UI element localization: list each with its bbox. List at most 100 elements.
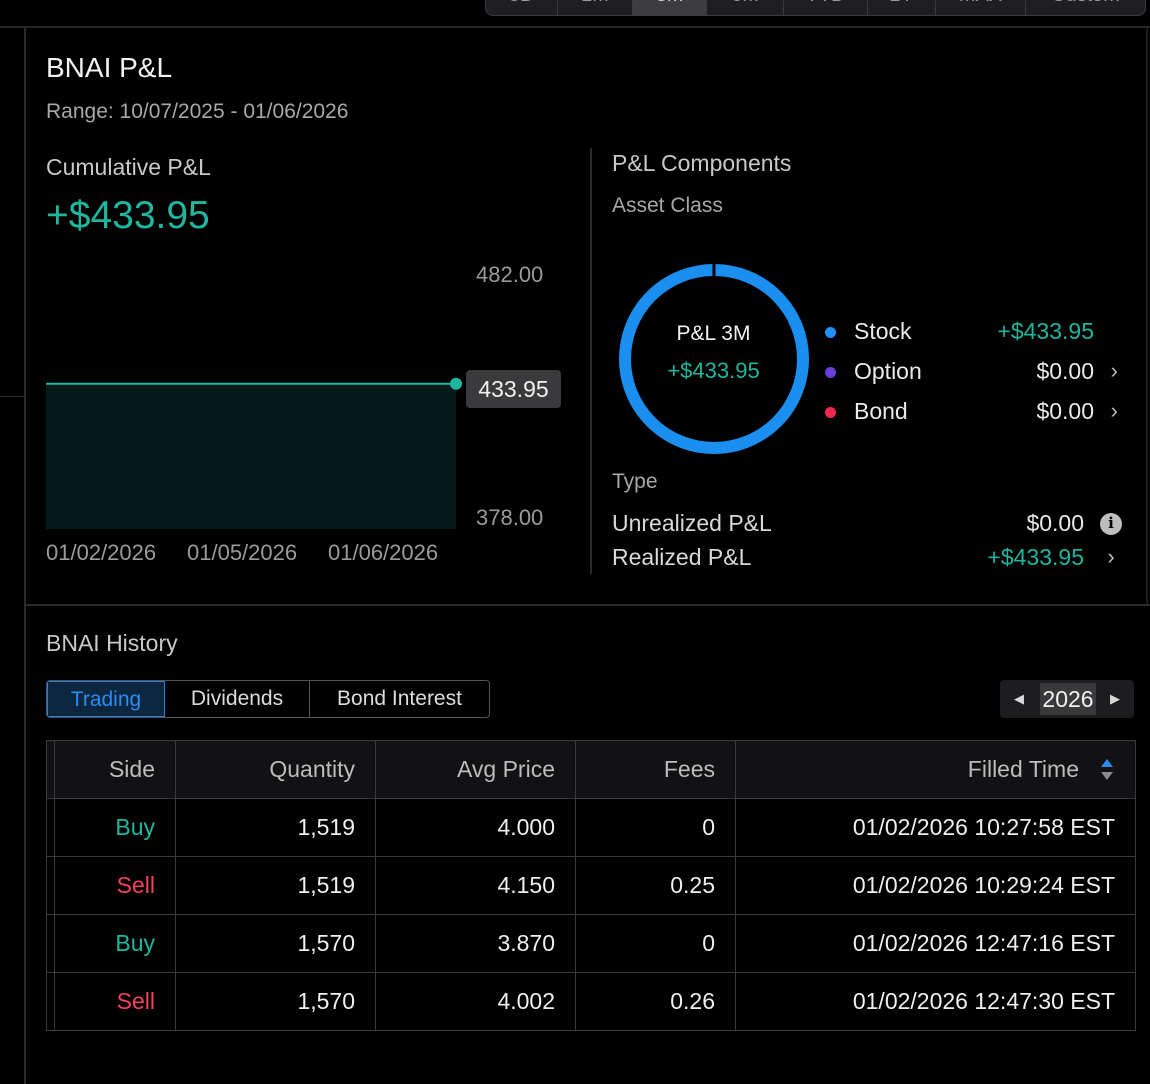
donut-label: P&L 3M <box>676 322 751 345</box>
side-cell: Buy <box>54 798 176 857</box>
table-row[interactable]: Sell 1,570 4.002 0.26 01/02/2026 12:47:3… <box>46 972 1136 1031</box>
x-tick-label: 01/05/2026 <box>187 540 298 565</box>
type-name: Realized P&L <box>612 544 752 570</box>
quantity-cell: 1,519 <box>175 856 376 915</box>
legend-value: +$433.95 <box>997 318 1094 344</box>
row-gutter <box>46 914 55 973</box>
legend-value: $0.00 <box>1036 398 1094 424</box>
type-value: +$433.95 <box>987 544 1084 570</box>
y-tick-min: 378.00 <box>476 505 544 530</box>
fees-cell: 0 <box>575 914 736 973</box>
range-tab-5d[interactable]: 5D <box>485 0 558 16</box>
y-tick-max: 482.00 <box>476 262 544 287</box>
range-tab-max[interactable]: MAX <box>936 0 1026 16</box>
side-cell: Buy <box>54 914 176 973</box>
cumulative-pl-chart[interactable] <box>46 258 466 530</box>
filled-time-cell: 01/02/2026 12:47:30 EST <box>735 972 1136 1031</box>
avg-price-cell: 4.150 <box>375 856 576 915</box>
column-header-fees[interactable]: Fees <box>575 740 736 799</box>
fees-cell: 0.25 <box>575 856 736 915</box>
year-value[interactable]: 2026 <box>1040 683 1096 715</box>
page-title: BNAI P&L <box>46 52 173 83</box>
range-tab-custom[interactable]: Custom <box>1026 0 1146 16</box>
option-dot-icon <box>825 367 836 378</box>
chevron-right-icon[interactable]: › <box>1100 544 1122 569</box>
history-table: Side Quantity Avg Price Fees Filled Time… <box>46 740 1136 1031</box>
info-icon[interactable]: i <box>1100 513 1122 535</box>
chevron-right-icon[interactable]: › <box>1111 398 1118 424</box>
quantity-cell: 1,570 <box>175 972 376 1031</box>
column-header-filled-time[interactable]: Filled Time <box>735 740 1136 799</box>
legend-name: Bond <box>854 398 908 424</box>
range-tab-6m[interactable]: 6M <box>707 0 784 16</box>
tab-trading[interactable]: Trading <box>47 681 165 717</box>
fees-cell: 0 <box>575 798 736 857</box>
tab-bond-interest[interactable]: Bond Interest <box>310 681 489 717</box>
row-gutter <box>46 856 55 915</box>
bond-dot-icon <box>825 407 836 418</box>
range-tab-1m[interactable]: 1M <box>558 0 633 16</box>
chart-last-point <box>450 377 462 390</box>
cumulative-label: Cumulative P&L <box>46 154 211 180</box>
sort-icon[interactable] <box>1101 758 1115 783</box>
tab-dividends[interactable]: Dividends <box>165 681 310 717</box>
cumulative-value: +$433.95 <box>46 194 210 237</box>
row-gutter <box>46 972 55 1031</box>
filled-time-label: Filled Time <box>967 756 1079 782</box>
legend-item-option[interactable]: Option $0.00 › <box>822 358 1122 388</box>
quantity-cell: 1,570 <box>175 914 376 973</box>
table-row[interactable]: Buy 1,570 3.870 0 01/02/2026 12:47:16 ES… <box>46 914 1136 973</box>
range-tab-1y[interactable]: 1Y <box>868 0 936 16</box>
legend-value: $0.00 <box>1036 358 1094 384</box>
range-tab-3m[interactable]: 3M <box>633 0 707 16</box>
avg-price-cell: 3.870 <box>375 914 576 973</box>
type-label: Type <box>612 470 658 493</box>
donut-value: +$433.95 <box>667 358 760 383</box>
asset-class-label: Asset Class <box>612 194 723 217</box>
legend-item-bond[interactable]: Bond $0.00 › <box>822 398 1122 428</box>
avg-price-cell: 4.002 <box>375 972 576 1031</box>
column-divider <box>590 148 592 574</box>
history-tabs: Trading Dividends Bond Interest <box>46 680 490 718</box>
stock-dot-icon <box>825 327 836 338</box>
table-row[interactable]: Buy 1,519 4.000 0 01/02/2026 10:27:58 ES… <box>46 798 1136 857</box>
top-divider <box>0 26 1150 28</box>
left-sidebar-edge <box>0 28 26 1084</box>
history-title: BNAI History <box>46 630 178 656</box>
legend-name: Option <box>854 358 922 384</box>
year-selector: ◀ 2026 ▶ <box>1000 680 1134 718</box>
x-tick-label: 01/02/2026 <box>46 540 157 565</box>
table-row[interactable]: Sell 1,519 4.150 0.25 01/02/2026 10:29:2… <box>46 856 1136 915</box>
type-name: Unrealized P&L <box>612 510 772 536</box>
row-gutter <box>46 740 55 799</box>
type-value: $0.00 <box>1026 510 1084 536</box>
caret-right-icon[interactable]: ▶ <box>1110 680 1120 718</box>
column-header-quantity[interactable]: Quantity <box>175 740 376 799</box>
column-header-side[interactable]: Side <box>54 740 176 799</box>
realized-pl-row[interactable]: Realized P&L +$433.95 › <box>612 544 1122 574</box>
left-sidebar-divider <box>0 396 24 397</box>
date-range: Range: 10/07/2025 - 01/06/2026 <box>46 100 349 123</box>
filled-time-cell: 01/02/2026 12:47:16 EST <box>735 914 1136 973</box>
donut-gap <box>712 262 716 278</box>
column-header-avg-price[interactable]: Avg Price <box>375 740 576 799</box>
legend-item-stock[interactable]: Stock +$433.95 <box>822 318 1122 348</box>
x-tick-label: 01/06/2026 <box>328 540 439 565</box>
right-divider <box>1146 28 1148 606</box>
avg-price-cell: 4.000 <box>375 798 576 857</box>
side-cell: Sell <box>54 972 176 1031</box>
last-value-badge: 433.95 <box>466 370 561 408</box>
fees-cell: 0.26 <box>575 972 736 1031</box>
caret-left-icon[interactable]: ◀ <box>1014 680 1024 718</box>
filled-time-cell: 01/02/2026 10:27:58 EST <box>735 798 1136 857</box>
filled-time-cell: 01/02/2026 10:29:24 EST <box>735 856 1136 915</box>
chart-area-fill <box>46 383 456 529</box>
quantity-cell: 1,519 <box>175 798 376 857</box>
side-cell: Sell <box>54 856 176 915</box>
table-header-row: Side Quantity Avg Price Fees Filled Time <box>46 740 1136 799</box>
range-tab-ytd[interactable]: YTD <box>784 0 868 16</box>
chevron-right-icon[interactable]: › <box>1111 358 1118 384</box>
left-divider <box>24 28 26 1084</box>
range-tabs: 5D 1M 3M 6M YTD 1Y MAX Custom <box>485 0 1146 16</box>
row-gutter <box>46 798 55 857</box>
